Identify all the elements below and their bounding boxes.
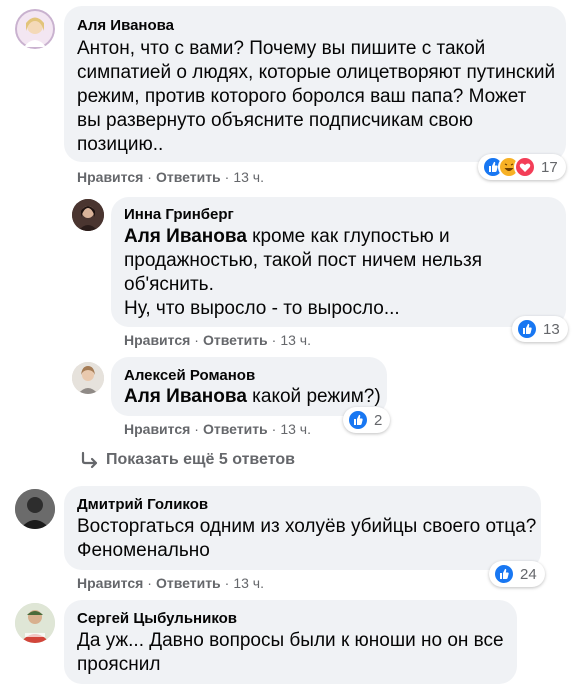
comment-actions: Нравится · Ответить · 13 ч. (77, 575, 264, 591)
reply-button[interactable]: Ответить (203, 421, 268, 437)
comment-actions: Нравится · Ответить · 13 ч. (124, 421, 311, 437)
avatar-aleksey-romanov[interactable] (72, 362, 104, 394)
reply-button[interactable]: Ответить (156, 169, 221, 185)
love-icon (514, 156, 536, 178)
mention-link[interactable]: Аля Иванова (124, 386, 247, 407)
reactions-summary[interactable]: 2 (343, 407, 391, 433)
like-button[interactable]: Нравится (77, 169, 143, 185)
timestamp[interactable]: 13 ч. (233, 575, 264, 591)
reply-button[interactable]: Ответить (203, 332, 268, 348)
reply-button[interactable]: Ответить (156, 575, 221, 591)
comment-actions: Нравится · Ответить · 13 ч. (77, 169, 264, 185)
reaction-count: 2 (374, 411, 383, 429)
comment-author[interactable]: Инна Гринберг (124, 206, 234, 223)
like-button[interactable]: Нравится (77, 575, 143, 591)
reactions-summary[interactable]: 24 (489, 561, 545, 587)
timestamp[interactable]: 13 ч. (280, 332, 311, 348)
reaction-count: 17 (541, 158, 558, 176)
timestamp[interactable]: 13 ч. (233, 169, 264, 185)
reactions-summary[interactable]: 13 (512, 316, 568, 342)
comment-actions: Нравится · Ответить · 13 ч. (124, 332, 311, 348)
like-icon (347, 409, 369, 431)
comment-author[interactable]: Алексей Романов (124, 367, 255, 384)
avatar-inna-grinberg[interactable] (72, 199, 104, 231)
avatar-dmitry-golikov[interactable] (15, 489, 55, 529)
like-icon (493, 563, 515, 585)
timestamp[interactable]: 13 ч. (280, 421, 311, 437)
show-more-label: Показать ещё 5 ответов (106, 451, 295, 468)
comment-author[interactable]: Дмитрий Голиков (77, 496, 208, 513)
like-button[interactable]: Нравится (124, 421, 190, 437)
comment-author[interactable]: Аля Иванова (77, 17, 174, 34)
reaction-count: 24 (520, 565, 537, 583)
like-icon (516, 318, 538, 340)
comment-author[interactable]: Сергей Цыбульников (77, 610, 237, 627)
like-button[interactable]: Нравится (124, 332, 190, 348)
mention-link[interactable]: Аля Иванова (124, 226, 247, 247)
reply-arrow-icon (80, 451, 100, 469)
avatar-alya-ivanova[interactable] (15, 9, 55, 49)
avatar-sergey-tsybulnikov[interactable] (15, 603, 55, 643)
reaction-count: 13 (543, 320, 560, 338)
show-more-replies-button[interactable]: Показать ещё 5 ответов (80, 451, 295, 469)
reactions-summary[interactable]: 17 (478, 154, 566, 180)
